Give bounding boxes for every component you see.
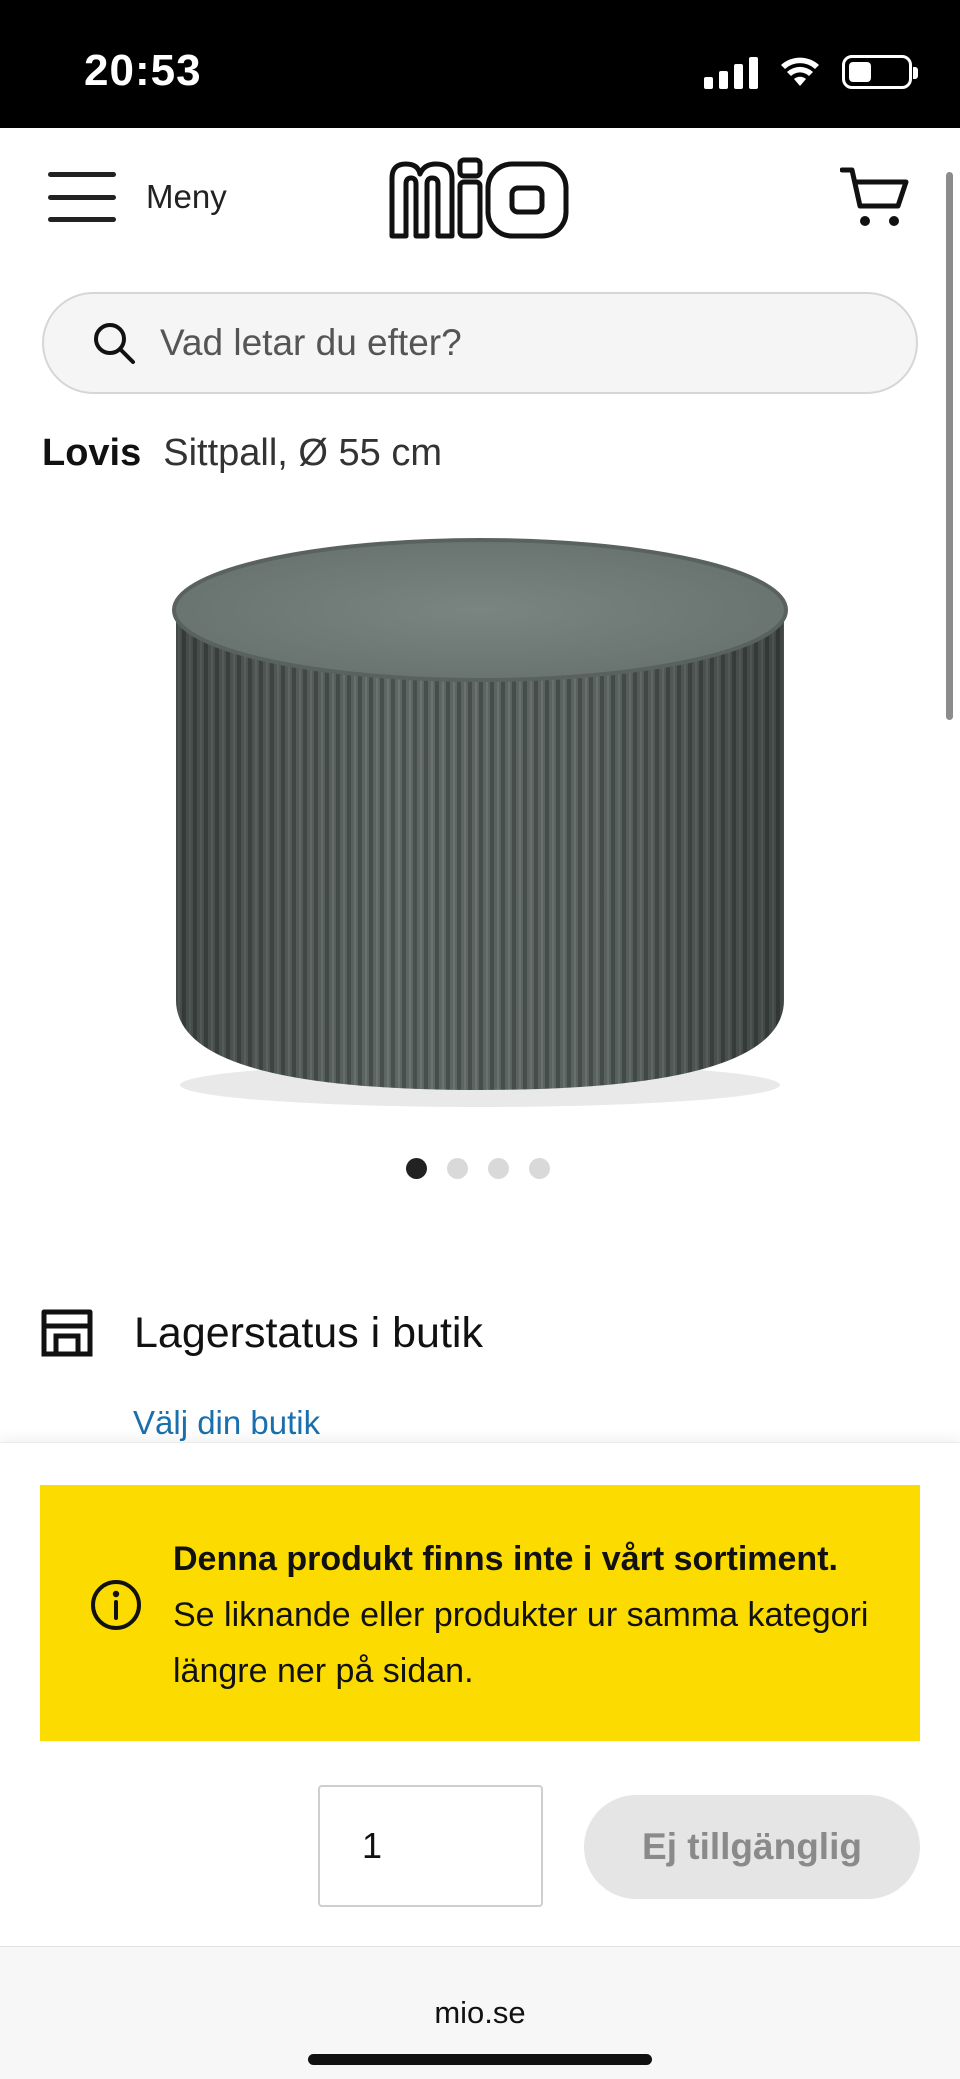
search-input[interactable]: [160, 322, 860, 364]
purchase-panel: Denna produkt finns inte i vårt sortimen…: [0, 1442, 960, 1946]
status-icons: [704, 52, 918, 92]
carousel-dot[interactable]: [406, 1158, 427, 1179]
product-name: Lovis: [42, 432, 142, 474]
stock-status: Lagerstatus i butik: [40, 1308, 483, 1358]
scrollbar[interactable]: [946, 172, 953, 720]
status-bar: 20:53: [0, 0, 960, 128]
battery-icon: [842, 55, 918, 89]
carousel-dot[interactable]: [447, 1158, 468, 1179]
browser-address-bar[interactable]: mio.se: [0, 1946, 960, 2079]
stock-title: Lagerstatus i butik: [134, 1308, 483, 1357]
wifi-icon: [781, 57, 819, 86]
info-icon: [91, 1580, 141, 1630]
choose-store-link[interactable]: Välj din butik: [133, 1404, 320, 1442]
mio-logo[interactable]: [386, 156, 572, 242]
notice-title: Denna produkt finns inte i vårt sortimen…: [173, 1540, 838, 1578]
hamburger-icon: [48, 172, 116, 222]
carousel-dot[interactable]: [488, 1158, 509, 1179]
cart-icon[interactable]: [840, 164, 910, 230]
unavailable-button[interactable]: Ej tillgänglig: [584, 1795, 920, 1899]
notice-text: Se liknande eller produkter ur samma kat…: [173, 1596, 869, 1690]
search-icon: [94, 323, 135, 364]
carousel-dot[interactable]: [529, 1158, 550, 1179]
signal-icon: [704, 55, 758, 89]
menu-button[interactable]: Meny: [48, 172, 227, 222]
product-title: Lovis Sittpall, Ø 55 cm: [42, 432, 442, 475]
home-indicator: [308, 2054, 652, 2065]
product-subtitle: Sittpall, Ø 55 cm: [163, 432, 443, 474]
site-header: Meny: [0, 128, 960, 278]
quantity-input[interactable]: [318, 1785, 543, 1907]
image-carousel-dots: [406, 1158, 550, 1179]
store-icon: [41, 1309, 93, 1357]
status-time: 20:53: [84, 46, 202, 95]
not-in-assortment-notice: Denna produkt finns inte i vårt sortimen…: [40, 1485, 920, 1741]
product-image[interactable]: [160, 530, 800, 1120]
menu-label: Meny: [146, 178, 227, 215]
url-text[interactable]: mio.se: [0, 1995, 960, 2031]
search-bar[interactable]: [42, 292, 918, 394]
